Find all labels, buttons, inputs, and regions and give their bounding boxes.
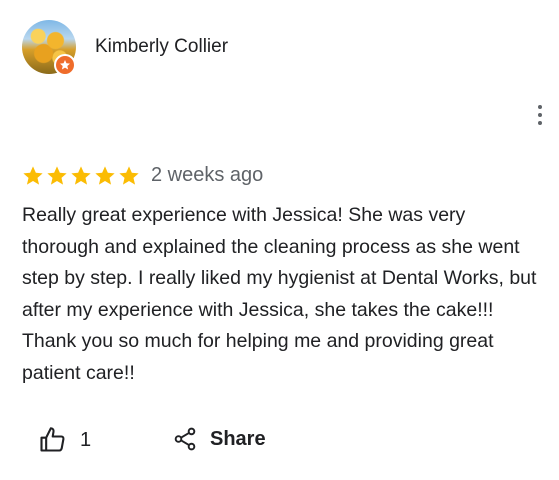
more-options-icon[interactable] [530, 102, 550, 128]
like-count: 1 [80, 428, 92, 451]
reviewer-avatar[interactable] [22, 20, 76, 76]
review-text: Really great experience with Jessica! Sh… [22, 204, 537, 384]
star-icon [47, 166, 67, 185]
like-button[interactable]: 1 [38, 426, 91, 454]
star-rating [22, 165, 140, 187]
local-guide-badge-icon [54, 54, 76, 76]
star-icon [95, 166, 115, 185]
review-date: 2 weeks ago [151, 164, 264, 186]
share-label: Share [210, 427, 266, 450]
reviewer-name[interactable]: Kimberly Collier [95, 36, 228, 58]
star-icon [23, 166, 43, 185]
share-button[interactable]: Share [172, 426, 266, 452]
thumb-up-icon [40, 427, 65, 452]
star-icon [119, 166, 139, 185]
star-icon [71, 166, 91, 185]
share-icon [174, 427, 196, 451]
